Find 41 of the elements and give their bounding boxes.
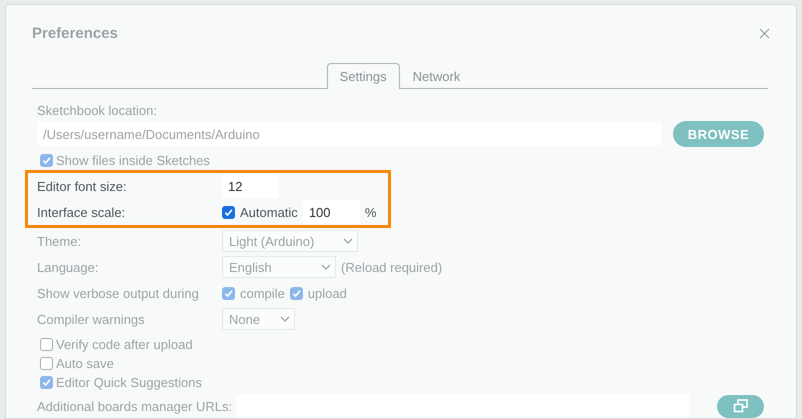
- setting-label: Interface scale:: [37, 204, 126, 220]
- checkbox[interactable]: [290, 286, 303, 300]
- checkbox-label: Verify code after upload: [56, 337, 193, 352]
- note-text: (Reload required): [341, 260, 442, 274]
- chevron-icon: [321, 264, 331, 270]
- checkbox-label: Automatic: [240, 204, 298, 220]
- checkbox[interactable]: [40, 338, 53, 351]
- tab[interactable]: Network: [400, 63, 474, 89]
- checkbox-label: compile: [240, 286, 285, 300]
- setting-label: Theme:: [37, 234, 82, 248]
- setting-label: Compiler warnings: [37, 312, 146, 326]
- setting-label: Additional boards manager URLs:: [37, 398, 232, 414]
- setting-label: Editor font size:: [37, 178, 128, 194]
- setting-label: Show verbose output during: [37, 286, 200, 300]
- dialog-title: Preferences: [32, 24, 118, 42]
- open-window-button[interactable]: [717, 394, 764, 418]
- chevron-icon: [280, 316, 290, 322]
- setting-label: Language:: [37, 260, 100, 274]
- checkbox[interactable]: [40, 357, 53, 370]
- checkbox[interactable]: [222, 286, 235, 300]
- setting-label: Sketchbook location:: [37, 103, 158, 118]
- dropdown[interactable]: English: [222, 256, 336, 278]
- checkbox-label: Auto save: [56, 356, 114, 371]
- urls-field[interactable]: [236, 394, 689, 418]
- windows-icon: [732, 399, 748, 413]
- checkbox-label: Show files inside Sketches: [56, 153, 210, 168]
- checkbox-label: Editor Quick Suggestions: [56, 375, 202, 390]
- checkbox-label: upload: [308, 286, 347, 300]
- close-icon[interactable]: [759, 28, 770, 38]
- chevron-icon: [343, 238, 353, 244]
- browse-button[interactable]: BROWSE: [673, 121, 764, 147]
- tab[interactable]: Settings: [326, 63, 400, 89]
- unit-label: %: [364, 204, 376, 220]
- checkbox[interactable]: [40, 154, 53, 167]
- dropdown[interactable]: None: [222, 308, 296, 330]
- checkbox[interactable]: [222, 206, 235, 218]
- path-field[interactable]: /Users/username/Documents/Arduino: [37, 122, 661, 146]
- scale-field[interactable]: 100: [302, 200, 360, 224]
- font-size-field[interactable]: 12: [222, 174, 279, 198]
- checkbox[interactable]: [40, 376, 53, 389]
- dropdown[interactable]: Light (Arduino): [222, 230, 358, 252]
